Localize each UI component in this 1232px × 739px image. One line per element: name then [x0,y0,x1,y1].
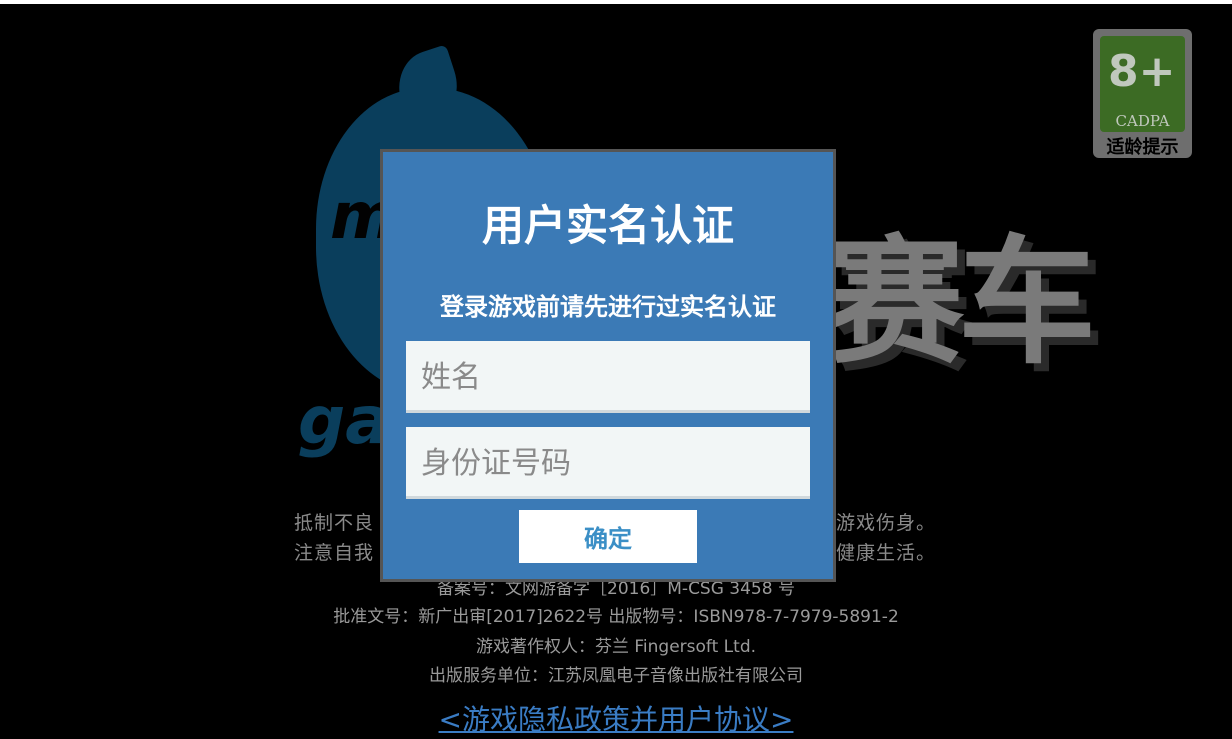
name-input[interactable] [406,341,810,413]
notice-line-1-left: 抵制不良 [294,512,375,534]
age-rating-badge: 8+ CADPA 适龄提示 [1093,29,1192,158]
confirm-button[interactable]: 确定 [519,510,697,563]
notice-line-1-right: 游戏伤身。 [836,512,937,534]
id-number-input[interactable] [406,427,810,499]
copyright-holder: 游戏著作权人：芬兰 Fingersoft Ltd. [475,637,757,657]
game-title: 赛车 [826,222,1096,383]
age-rating-panel: 8+ CADPA [1100,36,1185,132]
logo-game-text: ga [298,382,390,459]
publisher: 出版服务单位：江苏凤凰电子音像出版社有限公司 [429,666,803,686]
age-rating-org: CADPA [1115,112,1170,130]
privacy-policy-link[interactable]: <游戏隐私政策并用户协议> [0,698,1232,738]
real-name-verification-dialog: 用户实名认证 登录游戏前请先进行过实名认证 确定 [380,149,836,582]
dialog-title: 用户实名认证 [481,201,734,250]
approval-number: 批准文号：新广出审[2017]2622号 出版物号：ISBN978-7-7979… [333,607,899,627]
age-rating-number: 8+ [1108,46,1176,97]
dialog-subtitle: 登录游戏前请先进行过实名认证 [440,293,776,321]
age-rating-label: 适龄提示 [1106,137,1179,158]
notice-line-2-left: 注意自我 [294,542,375,564]
top-band [0,0,1232,4]
notice-line-2-right: 健康生活。 [836,542,937,564]
